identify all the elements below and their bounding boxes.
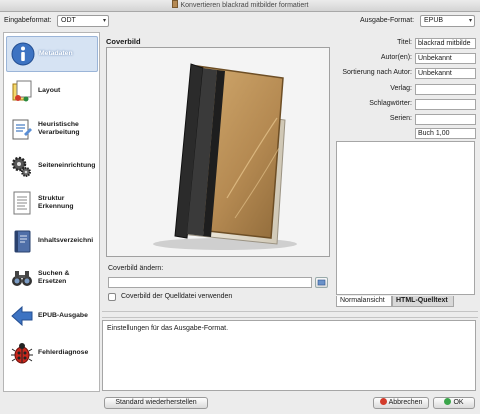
cover-change-label: Coverbild ändern: [108, 265, 164, 272]
sidebar-item-epub-output[interactable]: EPUB-Ausgabe [6, 298, 98, 334]
tags-label: Schlagwörter: [369, 100, 412, 107]
authors-label: Autor(en): [380, 54, 412, 61]
cover-path-input[interactable] [108, 277, 312, 288]
use-source-cover-label: Coverbild der Quelldatei verwenden [121, 293, 233, 300]
tags-field[interactable] [415, 99, 476, 110]
sidebar-item-label: Struktur Erkennung [38, 195, 74, 210]
book-cover-icon [153, 63, 297, 250]
output-format-select[interactable]: EPUB ▾ [420, 15, 475, 27]
series-label: Serien: [389, 115, 412, 122]
ok-button[interactable]: OK [433, 397, 475, 409]
panel-splitter[interactable] [102, 311, 478, 318]
title-field[interactable]: blackrad mitbilde [415, 38, 476, 49]
sidebar-item-metadata[interactable]: Metadaten [6, 36, 98, 72]
gears-icon [10, 153, 34, 179]
heuristic-icon [10, 116, 34, 142]
publisher-label: Verlag: [390, 85, 412, 92]
tab-normal-view[interactable]: Normalansicht [336, 296, 392, 307]
cancel-icon [379, 398, 387, 405]
browse-cover-button[interactable] [315, 277, 328, 288]
cover-section-title: Coverbild [106, 37, 141, 46]
sidebar-item-label: Heuristische Verarbeitung [38, 121, 80, 136]
publisher-field[interactable] [415, 84, 476, 95]
sidebar-item-label: Seiteneinrichtung [38, 162, 96, 169]
author-sort-label: Sortierung nach Autor: [342, 69, 412, 76]
bug-icon [10, 340, 34, 366]
author-sort-field[interactable]: Unbekannt [415, 68, 476, 79]
sidebar-item-search-replace[interactable]: Suchen & Ersetzen [6, 260, 98, 296]
input-format-value: ODT [61, 17, 76, 24]
cancel-button[interactable]: Abbrechen [373, 397, 429, 409]
structure-doc-icon [10, 190, 34, 216]
sidebar-item-debug[interactable]: Fehlerdiagnose [6, 335, 98, 371]
sidebar-item-label: EPUB-Ausgabe [38, 312, 88, 319]
chevron-down-icon: ▾ [102, 18, 106, 24]
tab-html-source[interactable]: HTML-Quelltext [392, 296, 454, 307]
sidebar-item-heuristics[interactable]: Heuristische Verarbeitung [6, 111, 98, 147]
cancel-label: Abbrechen [388, 399, 423, 406]
sidebar-item-page-setup[interactable]: Seiteneinrichtung [6, 148, 98, 184]
sidebar-item-layout[interactable]: Layout [6, 73, 98, 109]
sidebar-item-structure[interactable]: Struktur Erkennung [6, 185, 98, 221]
output-format-label: Ausgabe-Format: [360, 17, 415, 24]
use-source-cover-checkbox[interactable] [108, 293, 116, 301]
series-field[interactable] [415, 114, 476, 125]
title-label: Titel: [397, 39, 412, 46]
toc-book-icon [10, 228, 34, 254]
series-index-spinbox[interactable]: Buch 1,00 [415, 128, 476, 139]
input-format-select[interactable]: ODT ▾ [57, 15, 109, 27]
checkmark-icon [444, 398, 452, 405]
layout-icon [10, 78, 34, 104]
cover-image[interactable] [106, 47, 330, 257]
folder-icon [317, 279, 326, 286]
sidebar-item-label: Fehlerdiagnose [38, 349, 89, 356]
ok-label: OK [453, 399, 464, 406]
comments-editor[interactable] [336, 141, 475, 295]
window-titlebar: Konvertieren blackrad mitbilder formatie… [0, 0, 480, 12]
help-text: Einstellungen für das Ausgabe-Format. [107, 325, 229, 332]
output-format-value: EPUB [424, 17, 444, 24]
sidebar-item-label: Inhaltsverzeichni [38, 237, 94, 244]
info-icon [11, 41, 35, 67]
sidebar-item-label: Metadaten [39, 50, 73, 57]
input-format-label: Eingabeformat: [4, 17, 52, 24]
chevron-down-icon: ▾ [468, 18, 472, 24]
help-text-box: Einstellungen für das Ausgabe-Format. [102, 320, 476, 391]
window-title: Konvertieren blackrad mitbilder formatie… [180, 2, 309, 9]
sidebar: Metadaten Layout Heuristische Verarbeitu… [3, 32, 100, 392]
document-icon [171, 0, 178, 8]
sidebar-item-label: Suchen & Ersetzen [38, 270, 70, 285]
restore-defaults-button[interactable]: Standard wiederherstellen [104, 397, 208, 409]
sidebar-item-label: Layout [38, 87, 61, 94]
arrow-left-icon [10, 303, 34, 329]
sidebar-item-toc[interactable]: Inhaltsverzeichni [6, 223, 98, 259]
binoculars-icon [10, 265, 34, 291]
authors-field[interactable]: Unbekannt [415, 53, 476, 64]
